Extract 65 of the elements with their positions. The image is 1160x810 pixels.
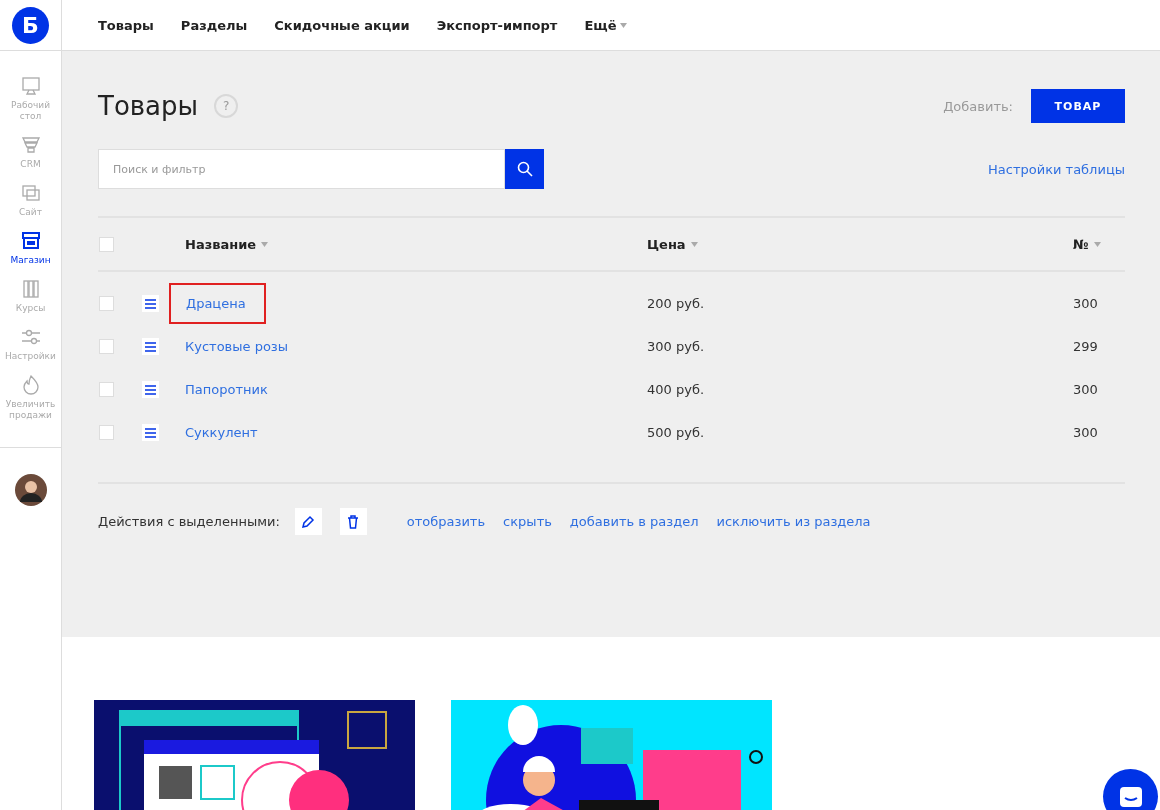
action-link[interactable]: скрыть <box>503 514 552 529</box>
column-header[interactable]: № <box>1073 236 1125 252</box>
nav-link[interactable]: Товары <box>98 17 154 33</box>
search-icon <box>516 161 533 177</box>
windows-icon <box>19 182 42 204</box>
product-link[interactable]: Драцена <box>169 283 266 324</box>
menu-icon <box>145 298 156 309</box>
table-settings-link[interactable]: Настройки таблицы <box>988 161 1125 177</box>
product-link[interactable]: Кустовые розы <box>185 339 289 354</box>
menu-icon <box>145 384 156 395</box>
price-cell-text: 200 руб. <box>647 296 706 311</box>
row-checkbox[interactable] <box>99 339 114 354</box>
sidebar-item[interactable]: CRM <box>0 134 61 170</box>
chat-button[interactable] <box>1103 769 1158 810</box>
logo[interactable]: Б <box>12 6 49 44</box>
sidebar-item[interactable]: Рабочий стол <box>0 75 61 122</box>
edit-button[interactable] <box>294 508 322 535</box>
column-header[interactable]: Цена <box>647 236 1073 252</box>
add-product-button[interactable]: ТОВАР <box>1031 89 1125 123</box>
row-menu-button[interactable] <box>142 424 159 441</box>
sidebar-item[interactable]: Увеличить продажи <box>0 374 61 421</box>
monitor-icon <box>19 75 42 97</box>
page-title: Товары <box>98 91 199 121</box>
action-link[interactable]: добавить в раздел <box>569 514 699 529</box>
sidebar-item[interactable]: Настройки <box>0 326 61 362</box>
row-menu-button[interactable] <box>142 381 159 398</box>
row-menu-button[interactable] <box>142 338 159 355</box>
avatar[interactable] <box>14 474 47 506</box>
column-header[interactable]: Название <box>185 236 647 252</box>
action-link[interactable]: исключить из раздела <box>716 514 871 529</box>
menu-icon <box>145 427 156 438</box>
row-menu-button[interactable] <box>142 295 159 312</box>
nav-link[interactable]: Разделы <box>180 17 248 33</box>
nav-link[interactable]: Ещё <box>584 17 628 33</box>
number-cell-text: 299 <box>1073 339 1099 354</box>
action-link[interactable]: отобразить <box>406 514 486 529</box>
row-checkbox[interactable] <box>99 425 114 440</box>
product-link[interactable]: Папоротник <box>185 382 268 397</box>
search-field[interactable]: Поиск и фильтр <box>98 149 505 189</box>
box-icon <box>19 230 42 252</box>
sidebar-item[interactable]: Сайт <box>0 182 61 218</box>
sidebar-item[interactable]: Курсы <box>0 278 61 314</box>
nav-link[interactable]: Скидочные акции <box>274 17 410 33</box>
nav-link[interactable]: Экспорт-импорт <box>436 17 558 33</box>
row-checkbox[interactable] <box>99 382 114 397</box>
add-label: Добавить: <box>943 98 1013 114</box>
trash-icon <box>347 514 360 529</box>
delete-button[interactable] <box>339 508 367 535</box>
funnel-icon <box>19 134 42 156</box>
help-icon[interactable]: ? <box>214 94 239 118</box>
sidebar-item[interactable]: Магазин <box>0 230 61 266</box>
menu-icon <box>145 341 156 352</box>
bulk-actions-label: Действия с выделенными: <box>98 514 280 529</box>
pencil-icon <box>301 514 316 529</box>
product-link[interactable]: Суккулент <box>185 425 258 440</box>
price-cell-text: 500 руб. <box>647 425 706 440</box>
search-button[interactable] <box>505 149 544 189</box>
select-all-checkbox[interactable] <box>99 236 114 252</box>
price-cell-text: 400 руб. <box>647 382 706 397</box>
row-checkbox[interactable] <box>99 296 114 311</box>
number-cell-text: 300 <box>1073 425 1099 440</box>
number-cell-text: 300 <box>1073 296 1099 311</box>
number-cell-text: 300 <box>1073 382 1099 397</box>
chat-icon <box>1117 784 1144 809</box>
price-cell-text: 300 руб. <box>647 339 706 354</box>
